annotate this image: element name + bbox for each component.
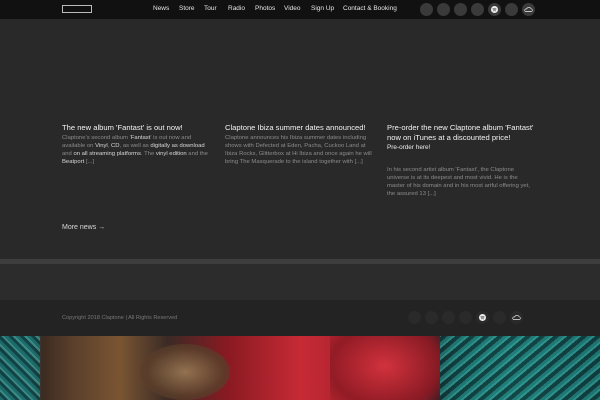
soundcloud-icon[interactable] [510,311,523,324]
nav-item-contact-booking[interactable]: Contact & Booking [343,5,397,12]
news-item: The new album 'Fantast' is out now! Clap… [62,123,214,166]
spotify-icon[interactable] [488,3,501,16]
more-news-link[interactable]: More news → [62,224,105,231]
nav-item-video[interactable]: Video [284,5,301,12]
news-title[interactable]: Pre-order the new Claptone album 'Fantas… [387,123,537,142]
twitter-icon[interactable] [425,311,438,324]
excerpt-text: and the [186,150,208,157]
emphasized-text: Vinyl [95,142,108,149]
preorder-link[interactable]: Pre-order here! [387,144,537,152]
header-social-icons [420,3,535,16]
emphasized-text: Fantast [130,134,151,141]
emphasized-text: on all streaming platforms [73,150,141,157]
nav-item-radio[interactable]: Radio [228,5,245,12]
photo-texture [0,336,40,400]
spotify-icon[interactable] [476,311,489,324]
news-excerpt: Claptone's second album 'Fantast' is out… [62,134,214,166]
emphasized-text: Beatport [62,158,85,165]
spacer-band [0,264,600,300]
photo-texture [330,336,440,400]
excerpt-text: , as well as [119,142,151,149]
youtube-icon[interactable] [471,3,484,16]
hero-photo-strip [0,336,600,400]
news-item: Claptone Ibiza summer dates announced! C… [225,123,377,166]
nav-item-tour[interactable]: Tour [204,5,217,12]
site-logo[interactable] [62,5,92,13]
photo-texture [440,336,600,400]
soundcloud-icon[interactable] [522,3,535,16]
news-item: Pre-order the new Claptone album 'Fantas… [387,123,537,198]
top-navigation-bar: News Store Tour Radio Photos Video Sign … [0,0,600,19]
news-excerpt: In his second artist album 'Fantast', th… [387,167,530,197]
emphasized-text: CD [111,142,120,149]
nav-item-store[interactable]: Store [179,5,195,12]
nav-item-sign-up[interactable]: Sign Up [311,5,334,12]
emphasized-text: digitally as download [150,142,205,149]
youtube-icon[interactable] [459,311,472,324]
emphasized-text: vinyl edition [155,150,187,157]
footer-social-icons [408,311,523,324]
news-excerpt: Claptone announces his Ibiza summer date… [225,134,372,165]
excerpt-text: and [62,150,74,157]
nav-item-news[interactable]: News [153,5,169,12]
facebook-icon[interactable] [420,3,433,16]
apple-music-icon[interactable] [505,3,518,16]
copyright-text: Copyright 2018 Claptone | All Rights Res… [62,315,178,321]
facebook-icon[interactable] [408,311,421,324]
excerpt-text: Claptone's second album ' [62,134,131,141]
instagram-icon[interactable] [454,3,467,16]
photo-texture [140,344,230,400]
apple-music-icon[interactable] [493,311,506,324]
excerpt-text: . The [140,150,156,157]
excerpt-text: [...] [84,158,95,165]
news-title[interactable]: The new album 'Fantast' is out now! [62,123,214,133]
news-title[interactable]: Claptone Ibiza summer dates announced! [225,123,377,133]
nav-item-photos[interactable]: Photos [255,5,275,12]
twitter-icon[interactable] [437,3,450,16]
instagram-icon[interactable] [442,311,455,324]
